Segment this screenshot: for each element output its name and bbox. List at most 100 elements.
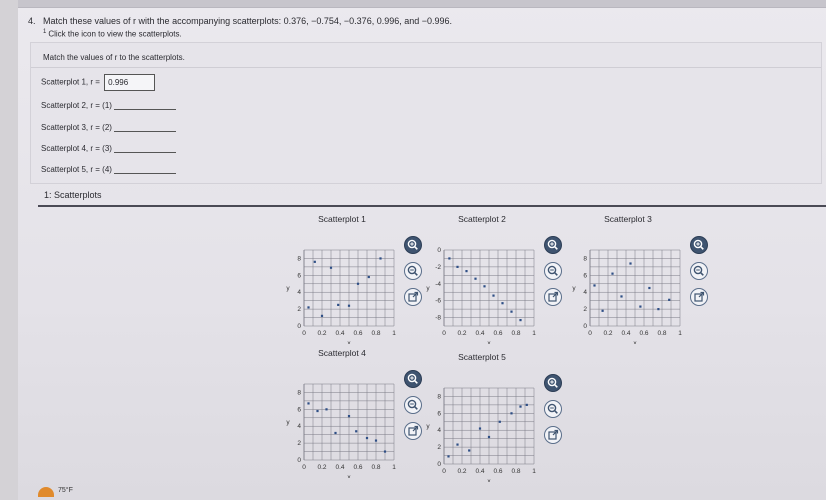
- x-tick-label: 0.4: [475, 330, 484, 337]
- y-tick-label: 2: [297, 306, 301, 313]
- zoom-out-icon[interactable]: [544, 262, 562, 280]
- data-point: [355, 430, 358, 433]
- y-tick-label: 2: [437, 444, 441, 451]
- answer-label-2: Scatterplot 2, r =: [41, 101, 100, 110]
- answer-blank-2[interactable]: [113, 101, 176, 110]
- data-point: [657, 308, 660, 311]
- data-point: [313, 260, 316, 263]
- y-tick-label: 6: [297, 406, 301, 413]
- x-tick-label: 0.2: [317, 464, 326, 471]
- x-tick-label: 0.6: [493, 330, 502, 337]
- y-tick-label: 6: [583, 272, 587, 279]
- y-tick-label: -8: [435, 315, 441, 322]
- data-point: [316, 409, 319, 413]
- x-tick-label: 0.8: [371, 330, 380, 337]
- y-tick-label: 0: [583, 323, 587, 330]
- homework-page: 4. Match these values of r with the acco…: [18, 0, 826, 500]
- y-axis-label: y: [426, 285, 430, 292]
- x-tick-label: 0: [302, 464, 306, 471]
- data-point: [325, 408, 328, 411]
- scatterplot-svg: 0 0.2 0.4 0.6 0.8 1 0 2 4 6 8 x y: [286, 383, 396, 478]
- question-number: 4.: [28, 16, 36, 26]
- zoom-in-icon[interactable]: [544, 236, 562, 254]
- answer-row-1: Scatterplot 1, r = 0.996: [41, 74, 156, 91]
- scatterplot-3: Scatterplot 3 0 0.2 0.4 0.6 0.8 1 0 2 4 6 8 x y: [566, 214, 716, 344]
- data-point: [356, 282, 360, 285]
- x-tick-label: 0.2: [603, 330, 612, 337]
- note-text: Click the icon to view the scatterplots.: [48, 29, 182, 39]
- data-point: [498, 420, 501, 423]
- answer-input-1[interactable]: 0.996: [104, 74, 156, 91]
- y-tick-label: 0: [297, 323, 301, 330]
- data-point: [334, 431, 337, 435]
- y-tick-label: 2: [297, 440, 301, 447]
- data-point: [611, 272, 614, 275]
- answer-label-5: Scatterplot 5, r =: [41, 165, 100, 174]
- scatterplot-2: Scatterplot 2 0 0.2 0.4 0.6 0.8 1 0 -2 -4 -6 -8 x y: [420, 214, 570, 344]
- x-axis-label: x: [347, 474, 351, 478]
- y-tick-label: -6: [435, 298, 441, 305]
- x-axis-label: x: [487, 478, 491, 482]
- question-note[interactable]: 1 Click the icon to view the scatterplots…: [43, 29, 182, 39]
- x-tick-label: 0.2: [457, 468, 466, 475]
- answer-row-4: Scatterplot 4, r = (3): [41, 144, 176, 153]
- answer-blank-3[interactable]: [113, 123, 176, 132]
- data-point: [519, 405, 522, 408]
- y-tick-label: 8: [297, 389, 301, 396]
- x-axis-label: x: [633, 340, 637, 344]
- data-point: [620, 295, 623, 298]
- answer-label-1: Scatterplot 1, r =: [41, 77, 100, 87]
- popout-icon[interactable]: [544, 426, 562, 444]
- data-point: [468, 449, 471, 452]
- x-tick-label: 0.8: [511, 468, 520, 475]
- answer-instruction: Match the values of r to the scatterplot…: [43, 53, 185, 62]
- x-tick-label: 1: [392, 330, 396, 337]
- x-tick-label: 0: [442, 468, 446, 475]
- y-tick-label: 0: [297, 457, 301, 464]
- scatterplot-5: Scatterplot 5 0 0.2 0.4 0.6 0.8 1 0 2 4 6 8 x y: [420, 352, 570, 482]
- x-tick-label: 0.2: [317, 330, 326, 337]
- x-tick-label: 0.4: [335, 464, 344, 471]
- zoom-in-icon[interactable]: [544, 374, 562, 392]
- answer-blank-5[interactable]: [113, 165, 176, 174]
- x-tick-label: 0.6: [493, 468, 502, 475]
- data-point: [347, 304, 351, 307]
- data-point: [307, 402, 310, 405]
- answer-blank-4[interactable]: [113, 144, 176, 153]
- x-tick-label: 1: [392, 464, 396, 471]
- data-point: [525, 403, 528, 406]
- popout-icon[interactable]: [544, 288, 562, 306]
- popout-icon[interactable]: [690, 288, 708, 306]
- answer-placeholder-4: (3): [102, 144, 112, 153]
- data-point: [501, 302, 504, 305]
- y-tick-label: 4: [437, 427, 441, 434]
- x-tick-label: 0.4: [621, 330, 630, 337]
- answer-row-3: Scatterplot 3, r = (2): [41, 123, 176, 132]
- x-tick-label: 1: [532, 468, 536, 475]
- y-tick-label: 4: [583, 289, 587, 296]
- data-point: [593, 284, 596, 287]
- data-point: [320, 314, 324, 317]
- x-tick-label: 0.6: [353, 330, 362, 337]
- scatterplot-svg: 0 0.2 0.4 0.6 0.8 1 0 2 4 6 8 x y: [572, 249, 682, 344]
- x-axis-label: x: [347, 340, 351, 344]
- answer-row-5: Scatterplot 5, r = (4): [41, 165, 176, 174]
- answer-placeholder-5: (4): [102, 165, 112, 174]
- zoom-out-icon[interactable]: [690, 262, 708, 280]
- x-tick-label: 1: [532, 330, 536, 337]
- section-divider: [38, 205, 826, 207]
- data-point: [668, 298, 671, 301]
- data-point: [347, 414, 351, 418]
- y-tick-label: 8: [583, 255, 587, 262]
- data-point: [492, 294, 495, 297]
- question-text: Match these values of r with the accompa…: [43, 16, 453, 26]
- scatterplot-4: Scatterplot 4 0 0.2 0.4 0.6 0.8 1 0 2 4 6 8 x y: [280, 348, 430, 478]
- zoom-out-icon[interactable]: [544, 400, 562, 418]
- answer-panel: Match the values of r to the scatterplot…: [30, 42, 822, 184]
- scatterplot-svg: 0 0.2 0.4 0.6 0.8 1 0 -2 -4 -6 -8 x y: [426, 247, 536, 344]
- data-point: [447, 455, 450, 458]
- data-point: [367, 275, 370, 279]
- zoom-in-icon[interactable]: [690, 236, 708, 254]
- taskbar-weather[interactable]: 75°F: [38, 484, 98, 500]
- data-point: [379, 257, 382, 260]
